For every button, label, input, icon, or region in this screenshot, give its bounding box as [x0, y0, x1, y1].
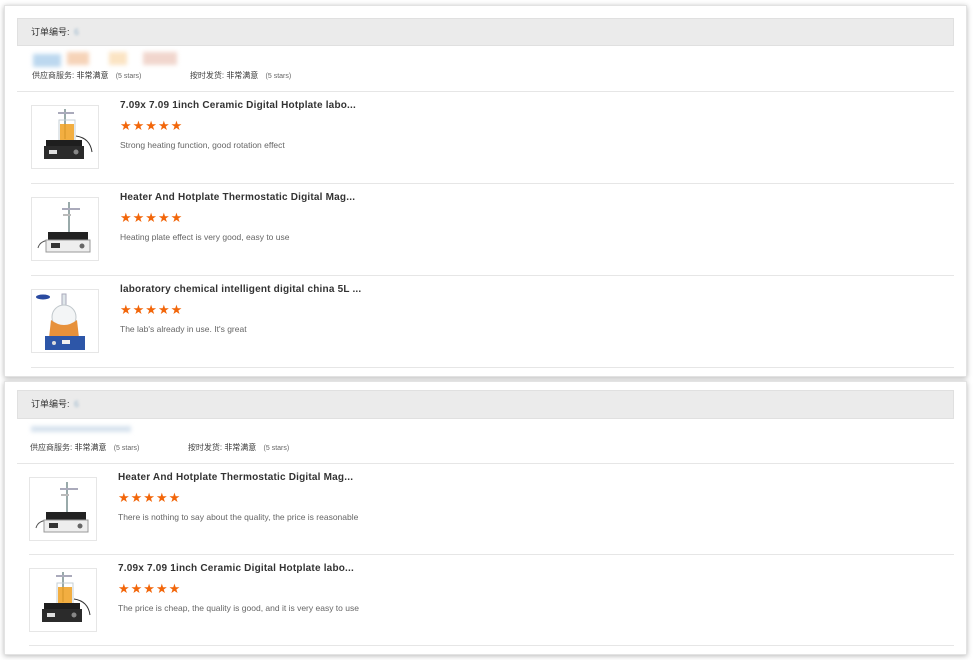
supplier-service-label: 供应商服务:	[32, 71, 75, 80]
divider	[31, 367, 954, 368]
review-text: There is nothing to say about the qualit…	[118, 512, 359, 522]
hotplate-stirrer-beaker-icon[interactable]	[31, 105, 99, 169]
product-title[interactable]: laboratory chemical intelligent digital …	[120, 284, 361, 295]
product-review-item: laboratory chemical intelligent digital …	[31, 279, 954, 365]
product-review-item: 7.09x 7.09 1inch Ceramic Digital Hotplat…	[29, 558, 954, 644]
divider	[17, 463, 954, 464]
order-ratings: 供应商服务: 非常满意 (5 stars) 按时发货: 非常满意 (5 star…	[32, 70, 291, 81]
on-time-shipping-stars: (5 stars)	[263, 445, 290, 452]
star-rating: ★★★★★	[120, 210, 184, 225]
divider	[29, 645, 954, 646]
product-title[interactable]: 7.09x 7.09 1inch Ceramic Digital Hotplat…	[118, 563, 354, 574]
order-number-label: 订单编号:	[31, 27, 70, 37]
divider	[31, 183, 954, 184]
order-header: 订单编号: 6	[17, 390, 954, 419]
supplier-service-value: 非常满意	[76, 71, 109, 80]
star-rating: ★★★★★	[118, 581, 182, 596]
order-number-label: 订单编号:	[31, 399, 70, 409]
product-review-item: Heater And Hotplate Thermostatic Digital…	[31, 187, 954, 273]
hotplate-stirrer-icon[interactable]	[29, 477, 97, 541]
order-header: 订单编号: 6	[17, 18, 954, 46]
order-number[interactable]: 6	[74, 27, 79, 37]
review-text: The lab's already in use. It's great	[120, 324, 247, 334]
divider	[29, 554, 954, 555]
supplier-service-stars: (5 stars)	[115, 73, 142, 80]
supplier-service-label: 供应商服务:	[30, 443, 73, 452]
product-review-item: Heater And Hotplate Thermostatic Digital…	[29, 467, 954, 553]
order-ratings: 供应商服务: 非常满意 (5 stars) 按时发货: 非常满意 (5 star…	[30, 442, 289, 453]
order-panel: 订单编号: 6 供应商服务: 非常满意 (5 stars) 按时发货: 非常满意…	[4, 381, 967, 655]
review-text: Heating plate effect is very good, easy …	[120, 232, 290, 242]
review-text: Strong heating function, good rotation e…	[120, 140, 285, 150]
hotplate-stirrer-icon[interactable]	[31, 197, 99, 261]
product-title[interactable]: Heater And Hotplate Thermostatic Digital…	[118, 472, 353, 483]
on-time-shipping-value: 非常满意	[224, 443, 257, 452]
order-number[interactable]: 6	[74, 399, 79, 409]
divider	[17, 91, 954, 92]
review-text: The price is cheap, the quality is good,…	[118, 603, 359, 613]
heating-mantle-flask-icon[interactable]	[31, 289, 99, 353]
product-review-item: 7.09x 7.09 1inch Ceramic Digital Hotplat…	[31, 95, 954, 181]
on-time-shipping-stars: (5 stars)	[265, 73, 292, 80]
star-rating: ★★★★★	[120, 118, 184, 133]
on-time-shipping-label: 按时发货:	[189, 71, 225, 80]
product-title[interactable]: 7.09x 7.09 1inch Ceramic Digital Hotplat…	[120, 100, 356, 111]
divider	[31, 275, 954, 276]
on-time-shipping-label: 按时发货:	[187, 443, 223, 452]
on-time-shipping-value: 非常满意	[226, 71, 259, 80]
hotplate-stirrer-beaker-icon[interactable]	[29, 568, 97, 632]
star-rating: ★★★★★	[118, 490, 182, 505]
star-rating: ★★★★★	[120, 302, 184, 317]
product-title[interactable]: Heater And Hotplate Thermostatic Digital…	[120, 192, 355, 203]
supplier-service-stars: (5 stars)	[113, 445, 140, 452]
order-panel: 订单编号: 6 供应商服务: 非常满意 (5 stars) 按时发货: 非常满意…	[4, 5, 967, 377]
supplier-service-value: 非常满意	[74, 443, 107, 452]
